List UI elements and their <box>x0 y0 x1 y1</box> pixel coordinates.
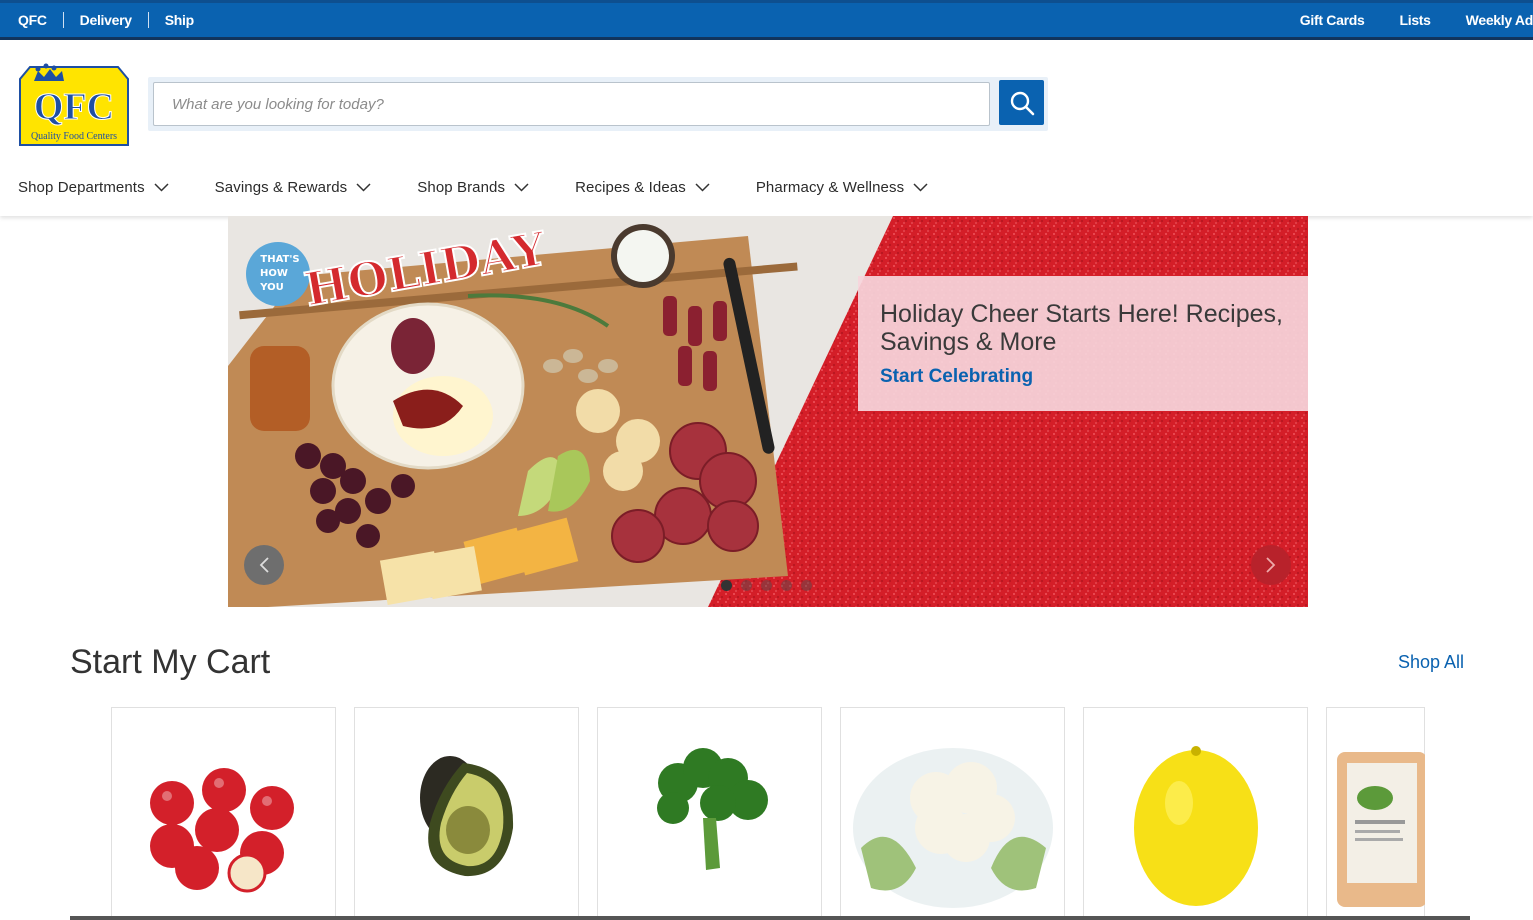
nav-label: Savings & Rewards <box>214 178 348 196</box>
nav-label: Shop Departments <box>18 178 145 196</box>
badge-small-2: HOW <box>260 268 288 279</box>
shop-all-link[interactable]: Shop All <box>1398 652 1464 673</box>
chevron-down-icon <box>154 182 169 192</box>
product-carousel <box>111 707 1425 920</box>
qfc-logo[interactable]: QFC Quality Food Centers <box>18 59 130 148</box>
carousel-next-button[interactable] <box>1251 545 1291 585</box>
hero-title: Holiday Cheer Starts Here! Recipes, Savi… <box>880 300 1283 356</box>
divider <box>147 12 149 28</box>
cauliflower-image <box>853 748 1053 908</box>
carousel-dots <box>721 580 821 591</box>
badge-small-1: THAT'S <box>260 254 299 265</box>
lemon-image <box>1134 746 1258 906</box>
nav-savings-rewards[interactable]: Savings & Rewards <box>215 179 372 196</box>
carousel-dot-3[interactable] <box>761 580 772 591</box>
hero-promo-box: Holiday Cheer Starts Here! Recipes, Savi… <box>858 276 1308 411</box>
product-card-cauliflower[interactable] <box>840 707 1065 920</box>
top-link-qfc[interactable]: QFC <box>18 12 47 28</box>
top-link-delivery[interactable]: Delivery <box>80 12 132 28</box>
nav-label: Shop Brands <box>417 178 506 196</box>
svg-text:Quality Food Centers: Quality Food Centers <box>31 131 117 142</box>
chevron-down-icon <box>913 182 928 192</box>
svg-text:QFC: QFC <box>34 86 114 128</box>
section-title-start-my-cart: Start My Cart <box>70 643 271 681</box>
product-card-lemon[interactable] <box>1083 707 1308 920</box>
badge-small-3: YOU <box>259 282 284 293</box>
nav-label: Pharmacy & Wellness <box>755 178 905 196</box>
hero-image: THAT'S HOW YOU HOLIDAY <box>228 216 1308 607</box>
nav-recipes-ideas[interactable]: Recipes & Ideas <box>575 179 710 196</box>
site-header: QFC Quality Food Centers Shop Department… <box>0 40 1533 216</box>
chevron-left-icon <box>259 557 269 573</box>
avocado-image <box>420 756 514 877</box>
divider <box>62 12 64 28</box>
product-card-broccoli[interactable] <box>597 707 822 920</box>
chevron-down-icon <box>356 182 371 192</box>
search-button[interactable] <box>999 80 1044 125</box>
top-link-lists[interactable]: Lists <box>1399 12 1430 28</box>
product-card-apples[interactable] <box>111 707 336 920</box>
chevron-right-icon <box>1266 557 1276 573</box>
main-nav: Shop Departments Savings & Rewards Shop … <box>18 172 974 202</box>
product-card-avocado[interactable] <box>354 707 579 920</box>
carousel-dot-4[interactable] <box>781 580 792 591</box>
top-link-gift-cards[interactable]: Gift Cards <box>1300 12 1365 28</box>
carousel-dot-5[interactable] <box>801 580 812 591</box>
carousel-dot-1[interactable] <box>721 580 732 591</box>
carousel-dot-2[interactable] <box>741 580 752 591</box>
nav-shop-departments[interactable]: Shop Departments <box>18 179 169 196</box>
hero-carousel[interactable]: THAT'S HOW YOU HOLIDAY Holiday Cheer Sta… <box>228 216 1308 607</box>
nav-shop-brands[interactable]: Shop Brands <box>417 179 529 196</box>
scrollbar-track[interactable] <box>70 916 1470 920</box>
top-link-weekly-ad[interactable]: Weekly Ad <box>1466 12 1533 28</box>
carousel-prev-button[interactable] <box>244 545 284 585</box>
top-right-links: Gift Cards Lists Weekly Ad <box>1265 3 1533 37</box>
search-icon <box>1010 91 1034 115</box>
broccoli-image <box>657 748 768 870</box>
top-utility-bar: QFC Delivery Ship Gift Cards Lists Weekl… <box>0 0 1533 40</box>
nav-pharmacy-wellness[interactable]: Pharmacy & Wellness <box>756 179 928 196</box>
search-input[interactable] <box>153 82 990 126</box>
chicken-package-image <box>1337 752 1425 907</box>
chevron-down-icon <box>695 182 710 192</box>
top-link-ship[interactable]: Ship <box>165 12 194 28</box>
qfc-logo-icon: QFC Quality Food Centers <box>19 63 129 146</box>
product-card-chicken[interactable] <box>1326 707 1425 920</box>
start-celebrating-link[interactable]: Start Celebrating <box>880 366 1286 388</box>
nav-label: Recipes & Ideas <box>575 178 686 196</box>
apples-image <box>150 768 294 893</box>
chevron-down-icon <box>514 182 529 192</box>
search-bar <box>148 77 1048 131</box>
top-left-links: QFC Delivery Ship <box>18 3 194 37</box>
